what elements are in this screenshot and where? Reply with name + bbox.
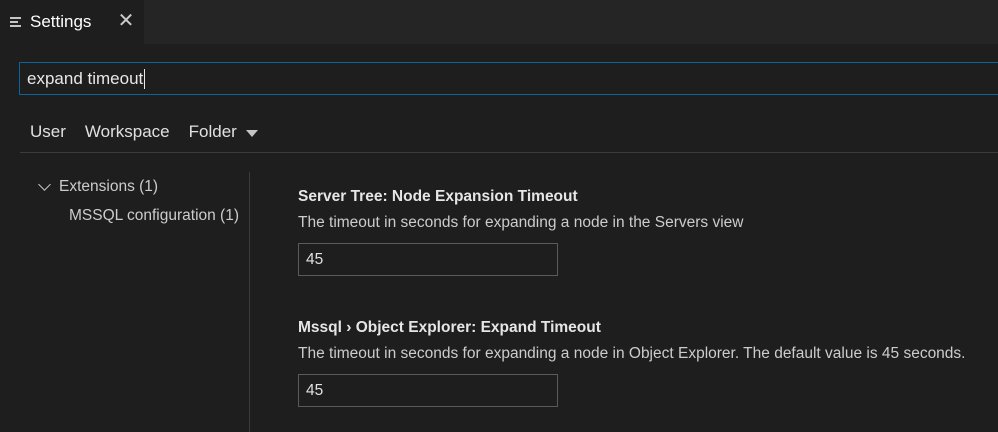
editor-tab-bar: Settings ✕ bbox=[0, 0, 998, 44]
toc-divider bbox=[249, 172, 250, 432]
close-icon[interactable]: ✕ bbox=[116, 11, 136, 31]
settings-search-input[interactable]: expand timeout bbox=[19, 62, 998, 95]
toc-item-label: Extensions (1) bbox=[59, 178, 159, 195]
settings-tab[interactable]: Settings ✕ bbox=[0, 0, 144, 44]
settings-editor-icon bbox=[10, 16, 22, 28]
chevron-down-icon[interactable] bbox=[38, 178, 51, 191]
toc-item-extensions[interactable]: Extensions (1) bbox=[36, 174, 239, 200]
setting-value-input[interactable]: 45 bbox=[298, 243, 558, 276]
tab-user[interactable]: User bbox=[30, 122, 66, 142]
tab-title: Settings bbox=[30, 12, 92, 31]
toc-item-label: MSSQL configuration (1) bbox=[69, 207, 240, 224]
setting-description: The timeout in seconds for expanding a n… bbox=[298, 345, 966, 362]
search-query[interactable]: expand timeout bbox=[27, 69, 143, 89]
scope-divider bbox=[20, 152, 998, 153]
text-caret bbox=[144, 68, 146, 89]
toc-item-mssql-configuration[interactable]: MSSQL configuration (1) bbox=[36, 203, 239, 229]
settings-toc: Extensions (1) MSSQL configuration (1) bbox=[36, 174, 239, 229]
setting-title: Mssql › Object Explorer: Expand Timeout bbox=[298, 319, 601, 336]
chevron-down-icon[interactable] bbox=[245, 129, 258, 137]
tab-workspace[interactable]: Workspace bbox=[85, 122, 170, 142]
setting-description: The timeout in seconds for expanding a n… bbox=[298, 214, 744, 231]
setting-mssql-object-explorer-expand-timeout: Mssql › Object Explorer: Expand Timeout … bbox=[298, 319, 965, 407]
tab-folder[interactable]: Folder bbox=[189, 122, 237, 142]
settings-scope-tabs: User Workspace Folder bbox=[20, 117, 258, 147]
setting-server-tree-node-expansion-timeout: Server Tree: Node Expansion Timeout The … bbox=[298, 188, 743, 276]
setting-title: Server Tree: Node Expansion Timeout bbox=[298, 188, 578, 205]
setting-value-input[interactable]: 45 bbox=[298, 374, 558, 407]
